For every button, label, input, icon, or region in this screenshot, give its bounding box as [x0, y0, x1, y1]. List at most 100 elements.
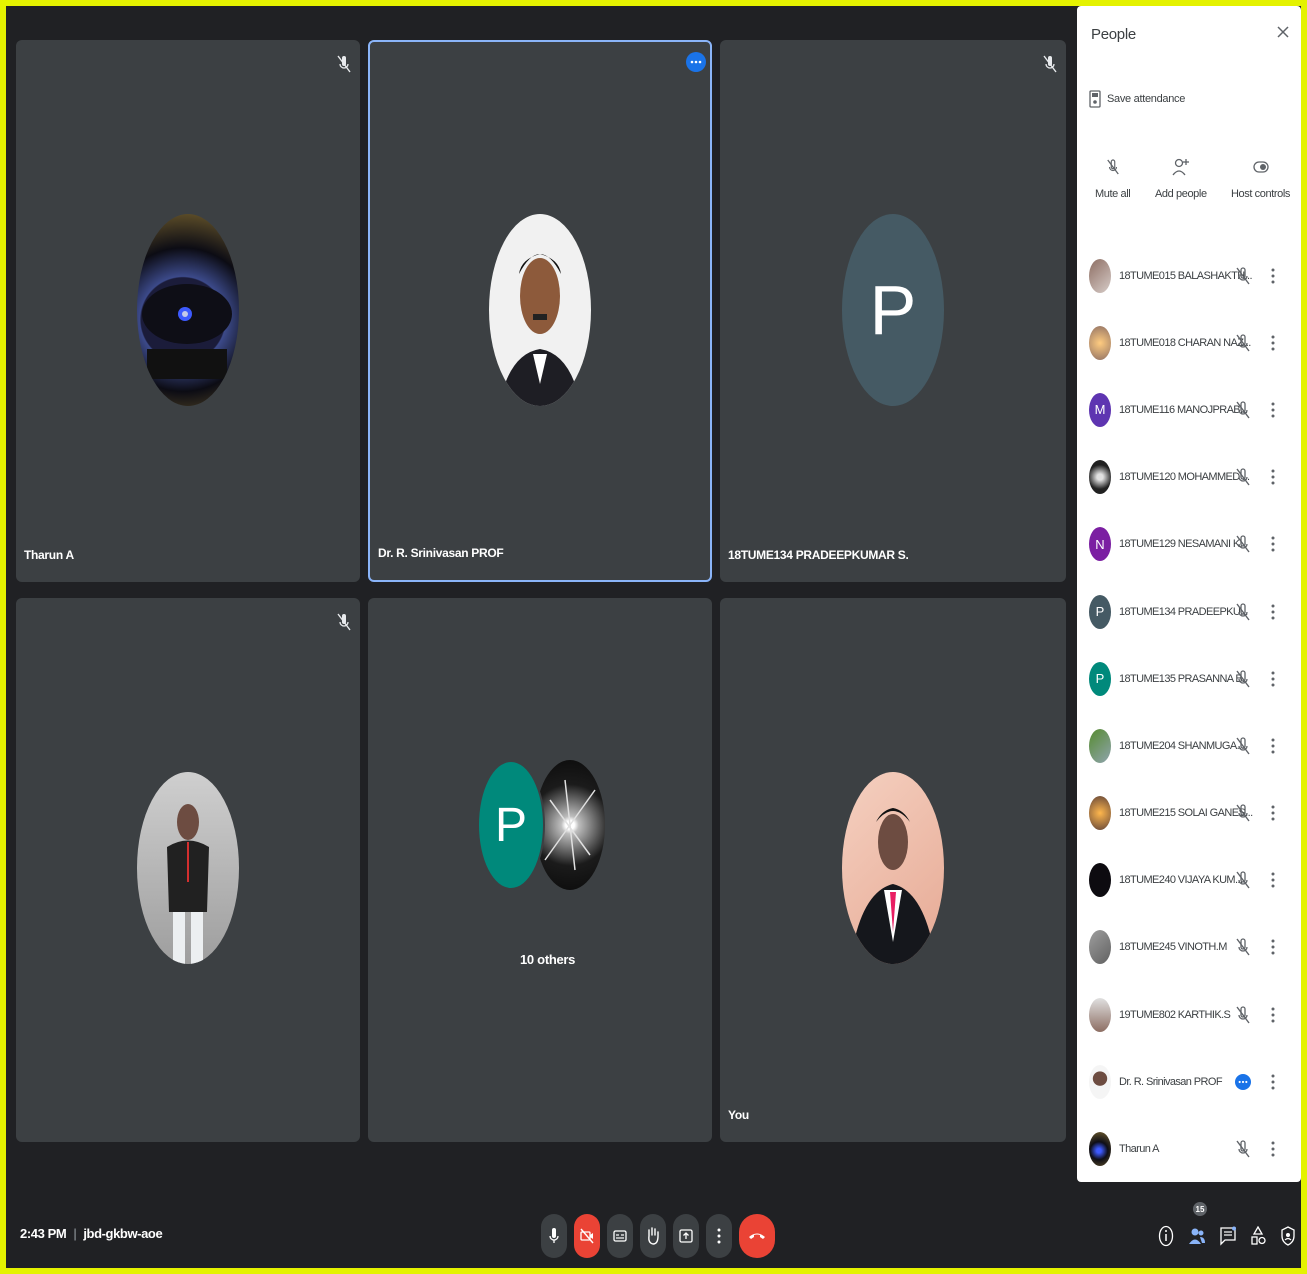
participant-avatar: [1089, 863, 1111, 898]
more-options-icon[interactable]: [1271, 334, 1275, 352]
mic-off-icon[interactable]: [1235, 400, 1251, 420]
participant-name: 18TUME240 VIJAYA KUM...: [1119, 874, 1243, 887]
people-button[interactable]: [1187, 1226, 1207, 1246]
participant-row[interactable]: 18TUME240 VIJAYA KUM...: [1077, 847, 1301, 914]
video-tile[interactable]: P 18TUME134 PRADEEPKUMAR S.: [720, 40, 1066, 582]
participant-row[interactable]: 18TUME015 BALASHAKTH...: [1077, 242, 1301, 309]
self-video-tile[interactable]: You: [720, 598, 1066, 1142]
mic-off-icon[interactable]: [1235, 1005, 1251, 1025]
mic-off-icon[interactable]: [1235, 534, 1251, 554]
more-options-icon[interactable]: [1271, 804, 1275, 822]
participant-avatar: [137, 772, 239, 964]
present-icon: [679, 1229, 693, 1243]
more-options-icon[interactable]: [1271, 737, 1275, 755]
participant-avatar-initial: P: [1089, 661, 1111, 696]
more-options-icon[interactable]: [686, 52, 706, 72]
meeting-time: 2:43 PM: [20, 1226, 67, 1241]
participant-name: 18TUME116 MANOJPRAB...: [1119, 403, 1248, 416]
participant-avatar-initial: N: [1089, 527, 1111, 562]
participant-name: 18TUME215 SOLAI GANES...: [1119, 807, 1253, 820]
mic-off-icon[interactable]: [1235, 870, 1251, 890]
captions-button[interactable]: [607, 1214, 633, 1258]
activities-icon: [1251, 1226, 1266, 1245]
host-actions: Mute all Add people Host controls: [1077, 156, 1301, 216]
chat-button[interactable]: [1218, 1226, 1238, 1246]
participant-name: Tharun A: [24, 548, 74, 562]
people-count-badge: 15: [1193, 1202, 1207, 1216]
participant-name: 18TUME135 PRASANNA B.: [1119, 672, 1245, 685]
add-people-button[interactable]: Add people: [1155, 156, 1207, 200]
mic-off-icon[interactable]: [1235, 1139, 1251, 1159]
captions-icon: [613, 1230, 627, 1242]
participant-row[interactable]: Tharun A: [1077, 1115, 1301, 1182]
participant-avatar: [535, 760, 605, 890]
others-tile[interactable]: P 10 others: [368, 598, 712, 1142]
participant-avatar: [1089, 1064, 1111, 1099]
more-options-icon[interactable]: [1271, 871, 1275, 889]
more-options-icon[interactable]: [1271, 1073, 1275, 1091]
participant-row[interactable]: P 18TUME134 PRADEEPKU...: [1077, 578, 1301, 645]
save-icon: [1089, 90, 1101, 108]
mute-all-button[interactable]: Mute all: [1095, 156, 1131, 200]
participant-row[interactable]: 18TUME204 SHANMUGA...: [1077, 712, 1301, 779]
more-options-icon[interactable]: [1271, 468, 1275, 486]
host-controls-toolbar-button[interactable]: [1278, 1226, 1298, 1246]
raise-hand-button[interactable]: [640, 1214, 666, 1258]
host-controls-button[interactable]: Host controls: [1231, 156, 1290, 200]
participant-name: 19TUME802 KARTHIK.S: [1119, 1008, 1231, 1021]
mic-off-icon[interactable]: [1235, 467, 1251, 487]
close-icon[interactable]: [1275, 24, 1291, 40]
participant-row[interactable]: N 18TUME129 NESAMANI K.: [1077, 511, 1301, 578]
mic-button[interactable]: [541, 1214, 567, 1258]
participant-row[interactable]: P 18TUME135 PRASANNA B.: [1077, 645, 1301, 712]
participant-row[interactable]: 18TUME120 MOHAMMED ...: [1077, 444, 1301, 511]
mic-off-icon[interactable]: [1235, 266, 1251, 286]
participant-row[interactable]: M 18TUME116 MANOJPRAB...: [1077, 376, 1301, 443]
participant-avatar: [1089, 997, 1111, 1032]
participant-name: 18TUME134 PRADEEPKU...: [1119, 605, 1248, 618]
add-people-label: Add people: [1155, 188, 1207, 200]
mic-off-icon[interactable]: [1235, 669, 1251, 689]
participant-row[interactable]: 18TUME018 CHARAN NAZ...: [1077, 309, 1301, 376]
present-button[interactable]: [673, 1214, 699, 1258]
mic-off-icon[interactable]: [1235, 803, 1251, 823]
more-options-icon[interactable]: [1271, 603, 1275, 621]
participant-name: 18TUME120 MOHAMMED ...: [1119, 471, 1250, 484]
mic-off-icon: [1043, 55, 1057, 73]
mic-off-icon[interactable]: [1235, 333, 1251, 353]
participant-row[interactable]: 18TUME215 SOLAI GANES...: [1077, 780, 1301, 847]
video-tile[interactable]: [16, 598, 360, 1142]
participant-name: 18TUME129 NESAMANI K.: [1119, 538, 1243, 551]
more-options-button[interactable]: [706, 1214, 732, 1258]
camera-button[interactable]: [574, 1214, 600, 1258]
video-tile-active[interactable]: Dr. R. Srinivasan PROF: [368, 40, 712, 582]
chat-icon: [1220, 1226, 1236, 1246]
participant-avatar: [1089, 930, 1111, 965]
separator: |: [73, 1226, 77, 1241]
add-person-icon: [1172, 158, 1189, 176]
more-options-icon[interactable]: [1271, 938, 1275, 956]
save-attendance-button[interactable]: Save attendance: [1089, 90, 1185, 108]
avatar-initial: P: [869, 271, 917, 349]
participant-row[interactable]: 19TUME802 KARTHIK.S: [1077, 981, 1301, 1048]
participant-row[interactable]: Dr. R. Srinivasan PROF: [1077, 1048, 1301, 1115]
activities-button[interactable]: [1248, 1226, 1268, 1246]
info-button[interactable]: [1156, 1225, 1176, 1247]
more-options-icon[interactable]: [1271, 1140, 1275, 1158]
mic-off-icon[interactable]: [1235, 602, 1251, 622]
mic-icon: [549, 1228, 559, 1243]
more-options-icon[interactable]: [1271, 670, 1275, 688]
video-tile[interactable]: Tharun A: [16, 40, 360, 582]
more-options-icon[interactable]: [1271, 1006, 1275, 1024]
more-options-icon[interactable]: [1271, 401, 1275, 419]
mic-off-icon[interactable]: [1235, 736, 1251, 756]
participant-row[interactable]: 18TUME245 VINOTH.M: [1077, 914, 1301, 981]
mic-off-icon[interactable]: [1235, 937, 1251, 957]
participant-name: You: [728, 1108, 749, 1122]
more-options-icon[interactable]: [1271, 535, 1275, 553]
more-options-icon[interactable]: [1271, 267, 1275, 285]
meeting-code: jbd-gkbw-aoe: [83, 1226, 163, 1241]
end-call-button[interactable]: [739, 1214, 775, 1258]
host-controls-label: Host controls: [1231, 188, 1290, 200]
participant-avatar: [1089, 460, 1111, 495]
